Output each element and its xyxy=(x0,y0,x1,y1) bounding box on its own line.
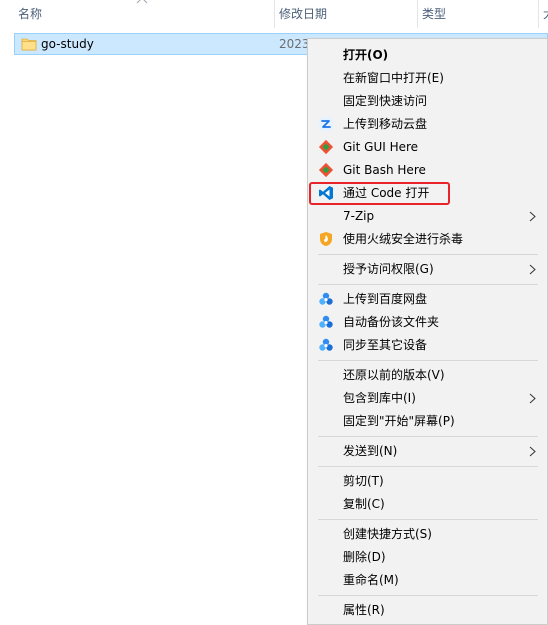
menu-item-cut[interactable]: 剪切(T) xyxy=(310,470,544,493)
menu-item-label: 打开(O) xyxy=(343,48,389,62)
column-date-label: 修改日期 xyxy=(279,7,328,21)
menu-separator xyxy=(318,436,538,437)
vscode-icon xyxy=(319,186,333,200)
menu-item-label: 固定到快速访问 xyxy=(343,94,428,108)
file-name: go-study xyxy=(41,37,94,51)
mobile-cloud-icon xyxy=(319,117,333,131)
sort-ascending-icon xyxy=(136,0,148,4)
column-type-label: 类型 xyxy=(422,7,447,21)
menu-item-auto-backup[interactable]: 自动备份该文件夹 xyxy=(310,311,544,334)
menu-item-git-bash[interactable]: Git Bash Here xyxy=(310,159,544,182)
menu-item-label: 还原以前的版本(V) xyxy=(343,368,445,382)
menu-item-label: 包含到库中(I) xyxy=(343,391,416,405)
menu-item-7zip[interactable]: 7-Zip xyxy=(310,205,544,228)
huorong-icon xyxy=(320,232,332,246)
column-size-header[interactable]: 大 xyxy=(538,0,548,28)
column-name-header[interactable]: 名称 xyxy=(14,0,272,28)
menu-item-label: 重命名(M) xyxy=(343,573,399,587)
menu-item-send-to[interactable]: 发送到(N) xyxy=(310,440,544,463)
menu-item-label: 7-Zip xyxy=(343,209,375,223)
menu-separator xyxy=(318,284,538,285)
menu-item-label: 发送到(N) xyxy=(343,444,398,458)
baidu-netdisk-icon xyxy=(319,315,333,328)
column-size-label: 大 xyxy=(543,7,548,21)
menu-item-git-gui[interactable]: Git GUI Here xyxy=(310,136,544,159)
column-name-label: 名称 xyxy=(18,7,43,21)
git-icon xyxy=(318,139,334,155)
submenu-arrow-icon xyxy=(529,264,536,275)
context-menu: 打开(O) 在新窗口中打开(E) 固定到快速访问 上传到移动云盘 Git GUI… xyxy=(307,38,548,625)
menu-item-copy[interactable]: 复制(C) xyxy=(310,493,544,516)
menu-item-label: 删除(D) xyxy=(343,550,386,564)
menu-item-grant-access[interactable]: 授予访问权限(G) xyxy=(310,258,544,281)
menu-item-huorong-scan[interactable]: 使用火绒安全进行杀毒 xyxy=(310,228,544,251)
menu-item-rename[interactable]: 重命名(M) xyxy=(310,569,544,592)
submenu-arrow-icon xyxy=(529,393,536,404)
menu-item-label: 上传到移动云盘 xyxy=(343,117,428,131)
menu-item-label: 在新窗口中打开(E) xyxy=(343,71,444,85)
submenu-arrow-icon xyxy=(529,211,536,222)
menu-item-label: 自动备份该文件夹 xyxy=(343,315,440,329)
submenu-arrow-icon xyxy=(529,446,536,457)
menu-item-open-with-code[interactable]: 通过 Code 打开 xyxy=(309,182,544,205)
menu-separator xyxy=(318,466,538,467)
menu-item-include-library[interactable]: 包含到库中(I) xyxy=(310,387,544,410)
menu-item-open[interactable]: 打开(O) xyxy=(310,44,544,67)
menu-item-label: 剪切(T) xyxy=(343,474,384,488)
menu-item-create-shortcut[interactable]: 创建快捷方式(S) xyxy=(310,523,544,546)
menu-separator xyxy=(318,519,538,520)
menu-item-label: 同步至其它设备 xyxy=(343,338,428,352)
git-icon xyxy=(318,162,334,178)
baidu-netdisk-icon xyxy=(319,338,333,351)
menu-item-restore-versions[interactable]: 还原以前的版本(V) xyxy=(310,364,544,387)
menu-item-label: Git GUI Here xyxy=(343,140,419,154)
menu-item-open-new-window[interactable]: 在新窗口中打开(E) xyxy=(310,67,544,90)
folder-icon xyxy=(21,38,37,51)
column-header: 名称 修改日期 类型 大 xyxy=(0,0,548,28)
menu-separator xyxy=(318,254,538,255)
menu-item-upload-mobile-cloud[interactable]: 上传到移动云盘 xyxy=(310,113,544,136)
menu-item-label: 固定到"开始"屏幕(P) xyxy=(343,414,455,428)
menu-separator xyxy=(318,360,538,361)
menu-separator xyxy=(318,595,538,596)
menu-item-delete[interactable]: 删除(D) xyxy=(310,546,544,569)
menu-item-label: 上传到百度网盘 xyxy=(343,292,428,306)
menu-item-label: 复制(C) xyxy=(343,497,385,511)
baidu-netdisk-icon xyxy=(319,292,333,305)
menu-item-label: 授予访问权限(G) xyxy=(343,262,434,276)
menu-item-pin-quick-access[interactable]: 固定到快速访问 xyxy=(310,90,544,113)
menu-item-label: 创建快捷方式(S) xyxy=(343,527,432,541)
menu-item-properties[interactable]: 属性(R) xyxy=(310,599,544,622)
menu-item-label: 通过 Code 打开 xyxy=(343,186,430,200)
menu-item-label: 使用火绒安全进行杀毒 xyxy=(343,232,464,246)
menu-item-pin-start[interactable]: 固定到"开始"屏幕(P) xyxy=(310,410,544,433)
menu-item-label: 属性(R) xyxy=(343,603,385,617)
column-date-header[interactable]: 修改日期 xyxy=(274,0,416,28)
file-date: 2023 xyxy=(279,37,310,51)
column-type-header[interactable]: 类型 xyxy=(417,0,537,28)
menu-item-label: Git Bash Here xyxy=(343,163,426,177)
menu-item-upload-baidu[interactable]: 上传到百度网盘 xyxy=(310,288,544,311)
menu-item-sync-devices[interactable]: 同步至其它设备 xyxy=(310,334,544,357)
